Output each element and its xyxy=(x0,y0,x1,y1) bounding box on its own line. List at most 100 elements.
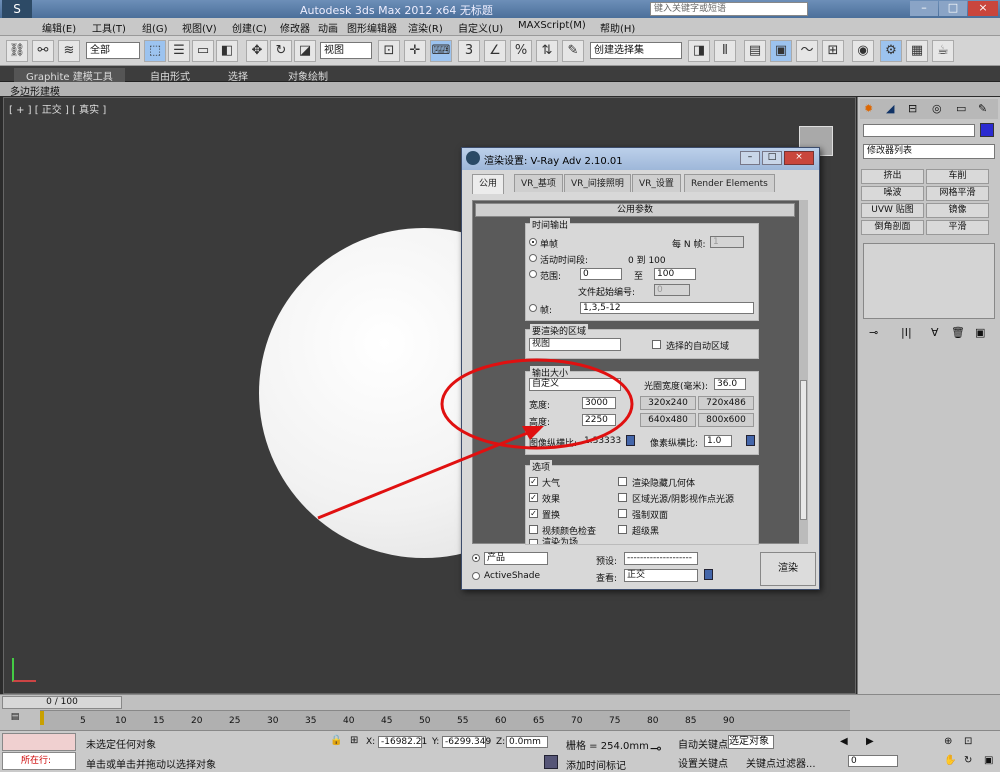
modify-tab-icon[interactable]: ◢ xyxy=(886,102,894,115)
object-color-swatch[interactable] xyxy=(980,123,994,137)
window-crossing-icon[interactable]: ◧ xyxy=(216,40,238,62)
x-coord-field[interactable]: -16982.21 xyxy=(378,736,427,748)
prev-frame-icon[interactable]: ◀ xyxy=(840,736,848,747)
rotate-icon[interactable]: ↻ xyxy=(270,40,292,62)
dialog-minimize-icon[interactable]: – xyxy=(740,151,760,165)
maximize-viewport-icon[interactable]: ▣ xyxy=(984,755,993,766)
move-icon[interactable]: ✥ xyxy=(246,40,268,62)
opt-atmospherics-checkbox[interactable]: ✓ xyxy=(529,477,538,486)
selected-object-select[interactable]: 选定对象 xyxy=(728,735,774,749)
close-icon[interactable]: × xyxy=(968,1,998,16)
lock-selection-icon[interactable]: 🔒 xyxy=(330,735,342,746)
search-input[interactable]: 键入关键字或短语 xyxy=(650,2,808,16)
image-aspect-value[interactable]: 1.33333 xyxy=(584,436,621,446)
object-name-field[interactable] xyxy=(863,124,975,137)
spinner-snap-icon[interactable]: ⇅ xyxy=(536,40,558,62)
menu-views[interactable]: 视图(V) xyxy=(182,20,217,35)
snap-3d-icon[interactable]: 3 xyxy=(458,40,480,62)
utilities-tab-icon[interactable]: ✎ xyxy=(978,102,987,115)
mirror-icon[interactable]: ◨ xyxy=(688,40,710,62)
absolute-mode-icon[interactable]: ⊞ xyxy=(350,735,358,746)
make-unique-icon[interactable]: ∀ xyxy=(931,326,939,339)
select-by-name-icon[interactable]: ☰ xyxy=(168,40,190,62)
named-selection-select[interactable]: 创建选择集 xyxy=(590,42,682,59)
ribbon-tab-freeform[interactable]: 自由形式 xyxy=(150,68,190,83)
rollout-common-params[interactable]: 公用参数 xyxy=(475,203,795,217)
lock-pixel-aspect-icon[interactable] xyxy=(746,435,755,446)
opt-super-black-checkbox[interactable] xyxy=(618,525,627,534)
align-icon[interactable]: ⫴ xyxy=(714,40,736,62)
ribbon-tab-graphite[interactable]: Graphite 建模工具 xyxy=(14,68,125,83)
maximize-icon[interactable]: □ xyxy=(939,1,967,16)
modifier-uvw-button[interactable]: UVW 贴图 xyxy=(861,203,924,218)
time-slider[interactable]: 0 / 100 xyxy=(2,696,122,709)
pixel-aspect-field[interactable]: 1.0 xyxy=(704,435,732,447)
angle-snap-icon[interactable]: ∠ xyxy=(484,40,506,62)
track-bar[interactable]: 0 5 10 15 20 25 30 35 40 45 50 55 60 65 … xyxy=(40,710,850,730)
production-radio[interactable] xyxy=(472,554,480,562)
bind-spacewarp-icon[interactable]: ≋ xyxy=(58,40,80,62)
motion-tab-icon[interactable]: ◎ xyxy=(932,102,942,115)
tab-vr-settings[interactable]: VR_设置 xyxy=(632,174,681,192)
dialog-close-icon[interactable]: × xyxy=(784,151,814,165)
menu-edit[interactable]: 编辑(E) xyxy=(42,20,76,35)
play-icon[interactable]: ▶ xyxy=(866,736,874,747)
remove-modifier-icon[interactable]: 🗑 xyxy=(951,326,965,339)
minimize-icon[interactable]: – xyxy=(910,1,938,16)
output-preset-select[interactable]: 自定义 xyxy=(529,378,621,391)
menu-create[interactable]: 创建(C) xyxy=(232,20,267,35)
menu-tools[interactable]: 工具(T) xyxy=(92,20,126,35)
menu-customize[interactable]: 自定义(U) xyxy=(458,20,503,35)
graphite-toggle-icon[interactable]: ▣ xyxy=(770,40,792,62)
render-setup-icon[interactable]: ⚙ xyxy=(880,40,902,62)
every-n-field[interactable]: 1 xyxy=(710,236,744,248)
lock-view-icon[interactable] xyxy=(704,569,713,580)
modifier-mirror-button[interactable]: 镜像 xyxy=(926,203,989,218)
add-time-tag[interactable]: 添加时间标记 xyxy=(566,757,626,772)
modifier-list-select[interactable]: 修改器列表 xyxy=(863,144,995,159)
app-logo-icon[interactable]: S xyxy=(2,0,32,18)
range-from-field[interactable]: 0 xyxy=(580,268,622,280)
modifier-meshsmooth-button[interactable]: 网格平滑 xyxy=(926,186,989,201)
modifier-stack[interactable] xyxy=(863,243,995,319)
opt-render-hidden-checkbox[interactable] xyxy=(618,477,627,486)
render-production-icon[interactable]: ☕ xyxy=(932,40,954,62)
pan-icon[interactable]: ✋ xyxy=(944,755,956,766)
maxscript-listener[interactable] xyxy=(2,733,76,751)
range-radio[interactable] xyxy=(529,270,537,278)
preset-720x486-button[interactable]: 720x486 xyxy=(698,396,754,410)
edit-named-sel-icon[interactable]: ✎ xyxy=(562,40,584,62)
zoom-icon[interactable]: ⊕ xyxy=(944,736,952,747)
select-object-icon[interactable]: ⬚ xyxy=(144,40,166,62)
tab-vr-base[interactable]: VR_基项 xyxy=(514,174,563,192)
add-time-tag-icon[interactable] xyxy=(544,755,558,769)
opt-video-color-checkbox[interactable] xyxy=(529,525,538,534)
preset-select[interactable]: -------------------- xyxy=(624,552,698,565)
key-icon[interactable]: ⊸ xyxy=(650,741,662,757)
scrollbar-thumb[interactable] xyxy=(800,380,807,520)
menu-modifiers[interactable]: 修改器 xyxy=(280,20,310,35)
production-mode-select[interactable]: 产品 xyxy=(484,552,548,565)
opt-area-lights-checkbox[interactable] xyxy=(618,493,627,502)
menu-graph-editors[interactable]: 图形编辑器 xyxy=(347,20,397,35)
polygon-modeling-label[interactable]: 多边形建模 xyxy=(10,83,60,98)
preset-640x480-button[interactable]: 640x480 xyxy=(640,413,696,427)
key-filters-button[interactable]: 关键点过滤器... xyxy=(746,755,816,770)
menu-group[interactable]: 组(G) xyxy=(142,20,168,35)
view-select[interactable]: 正交 xyxy=(624,569,698,582)
pivot-icon[interactable]: ⊡ xyxy=(378,40,400,62)
ribbon-tab-object-paint[interactable]: 对象绘制 xyxy=(288,68,328,83)
hierarchy-tab-icon[interactable]: ⊟ xyxy=(908,102,917,115)
activeshade-radio[interactable] xyxy=(472,572,480,580)
tab-vr-gi[interactable]: VR_间接照明 xyxy=(564,174,631,192)
width-field[interactable]: 3000 xyxy=(582,397,616,409)
range-to-field[interactable]: 100 xyxy=(654,268,696,280)
opt-render-fields-checkbox[interactable] xyxy=(529,539,538,544)
z-coord-field[interactable]: 0.0mm xyxy=(506,736,548,748)
scale-icon[interactable]: ◪ xyxy=(294,40,316,62)
aperture-field[interactable]: 36.0 xyxy=(714,378,746,390)
viewport-label[interactable]: [ + ] [ 正交 ] [ 真实 ] xyxy=(9,101,106,116)
create-tab-icon[interactable]: ✹ xyxy=(864,102,873,115)
opt-displacement-checkbox[interactable]: ✓ xyxy=(529,509,538,518)
display-tab-icon[interactable]: ▭ xyxy=(956,102,966,115)
